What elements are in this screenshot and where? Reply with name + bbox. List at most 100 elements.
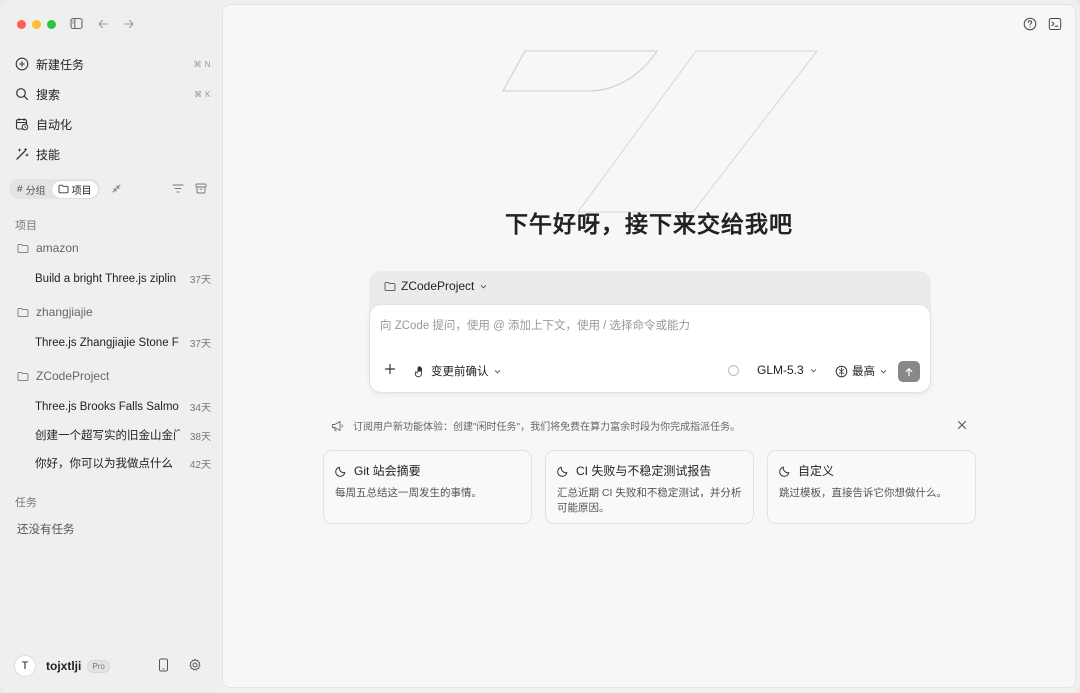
card-title-row: 自定义 (779, 462, 834, 479)
project-picker-label: ZCodeProject (401, 279, 475, 293)
project-name: zhangjiajie (36, 305, 93, 319)
chevron-down-icon (481, 284, 487, 289)
projects-header: 项目 (15, 220, 37, 232)
plan-badge: Pro (87, 659, 110, 673)
confirm-mode-label: 变更前确认 (431, 366, 489, 378)
model-select[interactable]: GLM-5.3 (757, 363, 818, 377)
feature-notice-text: 订阅用户新功能体验：创建"闲时任务"，我们将免费在算力富余时段为你完成指派任务。 (353, 422, 741, 433)
main-panel: 下午好呀，接下来交给我吧 ZCodeProject 向 ZCode 提问，使用 … (222, 4, 1076, 688)
search-shortcut: ⌘ K (193, 89, 211, 99)
project-name: amazon (36, 241, 79, 255)
search-label: 搜索 (36, 87, 61, 102)
add-attachment-button[interactable] (384, 363, 396, 378)
task-item[interactable]: Three.js Zhangjiajie Stone F 37天 (35, 335, 211, 351)
group-view-tab[interactable]: # 分组 (11, 181, 52, 198)
skills-button[interactable]: 技能 (15, 143, 211, 165)
close-icon[interactable] (957, 419, 967, 433)
magic-wand-icon (16, 148, 29, 160)
project-picker[interactable]: ZCodeProject (384, 279, 488, 293)
forward-arrow-icon[interactable] (123, 18, 135, 30)
send-button[interactable] (898, 361, 920, 382)
avatar[interactable]: T (14, 655, 36, 677)
archive-icon[interactable] (195, 183, 207, 197)
chevron-down-icon (810, 368, 817, 373)
template-card-custom[interactable]: 自定义 跳过模板，直接告诉它你想做什么。 (767, 450, 976, 524)
folder-icon (17, 243, 29, 253)
project-view-label: 项目 (71, 185, 92, 197)
project-folder-amazon[interactable]: amazon (17, 241, 79, 255)
new-task-button[interactable]: 新建任务 ⌘ N (15, 53, 211, 75)
folder-icon (58, 184, 69, 194)
greeting-heading: 下午好呀，接下来交给我吧 (505, 211, 793, 237)
composer: ZCodeProject 向 ZCode 提问，使用 @ 添加上下文，使用 / … (369, 271, 931, 393)
task-item[interactable]: 你好，你可以为我做点什么 42天 (35, 455, 211, 471)
card-description: 每周五总结这一周发生的事情。 (335, 487, 482, 499)
reasoning-level-select[interactable]: 最高 (835, 363, 888, 379)
user-bar: T tojxtlji Pro (14, 655, 210, 677)
close-window-button[interactable] (17, 20, 26, 29)
template-card-ci-report[interactable]: CI 失败与不稳定测试报告 汇总近期 CI 失败和不稳定测试，并分析可能原因。 (545, 450, 754, 524)
model-label: GLM-5.3 (757, 363, 804, 377)
chevron-down-icon (494, 369, 500, 374)
sidebar-top-controls (70, 17, 135, 30)
back-arrow-icon[interactable] (97, 18, 109, 30)
gear-icon[interactable] (188, 658, 202, 675)
card-title-row: Git 站会摘要 (335, 462, 421, 479)
task-age: 38天 (189, 431, 211, 443)
folder-icon (384, 281, 396, 291)
task-title: Three.js Brooks Falls Salmo (35, 400, 179, 413)
project-view-tab[interactable]: 项目 (51, 180, 98, 198)
task-title: Three.js Zhangjiajie Stone F (35, 336, 179, 349)
task-age: 37天 (189, 275, 211, 286)
collapse-icon[interactable] (111, 183, 122, 197)
task-item[interactable]: Three.js Brooks Falls Salmo 34天 (35, 399, 211, 415)
arrow-up-icon (905, 367, 913, 376)
skills-label: 技能 (36, 147, 61, 162)
username[interactable]: tojxtlji (46, 659, 81, 673)
filter-icon[interactable] (172, 183, 184, 197)
folder-icon (17, 307, 29, 317)
moon-icon (779, 466, 790, 477)
mobile-device-icon[interactable] (158, 658, 169, 675)
hash-icon: # (17, 183, 23, 195)
search-button[interactable]: 搜索 ⌘ K (15, 83, 211, 105)
automation-label: 自动化 (36, 117, 73, 132)
group-view-label: 分组 (25, 185, 46, 197)
zcode-logo-watermark (502, 50, 819, 213)
card-title: CI 失败与不稳定测试报告 (576, 464, 712, 478)
help-icon[interactable] (1023, 17, 1037, 34)
moon-icon (557, 466, 568, 477)
calendar-clock-icon (15, 118, 29, 131)
task-item[interactable]: Build a bright Three.js ziplin 37天 (35, 271, 211, 287)
template-card-git-standup[interactable]: Git 站会摘要 每周五总结这一周发生的事情。 (323, 450, 532, 524)
view-toggle: # 分组 项目 (9, 179, 100, 199)
task-age: 34天 (189, 403, 211, 414)
chevron-down-icon (880, 369, 887, 374)
minimize-window-button[interactable] (32, 20, 41, 29)
card-title-row: CI 失败与不稳定测试报告 (557, 462, 711, 479)
card-description: 跳过模板，直接告诉它你想做什么。 (779, 487, 947, 499)
task-item[interactable]: 创建一个超写实的旧金山金门 38天 (35, 427, 211, 443)
window-controls (17, 20, 56, 29)
sidebar-toggle-icon[interactable] (70, 17, 83, 30)
zoom-window-button[interactable] (47, 20, 56, 29)
task-title: Build a bright Three.js ziplin (35, 272, 177, 285)
folder-icon (17, 371, 29, 381)
automation-button[interactable]: 自动化 (15, 113, 211, 135)
card-description: 汇总近期 CI 失败和不稳定测试，并分析可能原因。 (557, 487, 742, 514)
terminal-icon[interactable] (1048, 17, 1062, 34)
reasoning-level-label: 最高 (852, 366, 875, 378)
tasks-header: 任务 (15, 497, 37, 509)
prompt-input-card: 向 ZCode 提问，使用 @ 添加上下文，使用 / 选择命令或能力 变更前确认… (369, 304, 931, 393)
project-folder-zhangjiajie[interactable]: zhangjiajie (17, 305, 93, 319)
prompt-input[interactable]: 向 ZCode 提问，使用 @ 添加上下文，使用 / 选择命令或能力 (380, 317, 690, 333)
confirm-mode-select[interactable]: 变更前确认 (414, 363, 502, 379)
plus-circle-icon (15, 57, 29, 71)
search-icon (16, 88, 29, 101)
context-status-indicator (728, 365, 739, 376)
task-age: 42天 (189, 459, 211, 471)
project-folder-zcodeproject[interactable]: ZCodeProject (17, 369, 109, 383)
new-task-label: 新建任务 (36, 57, 85, 72)
plus-icon (384, 363, 396, 375)
card-title: 自定义 (798, 464, 835, 478)
